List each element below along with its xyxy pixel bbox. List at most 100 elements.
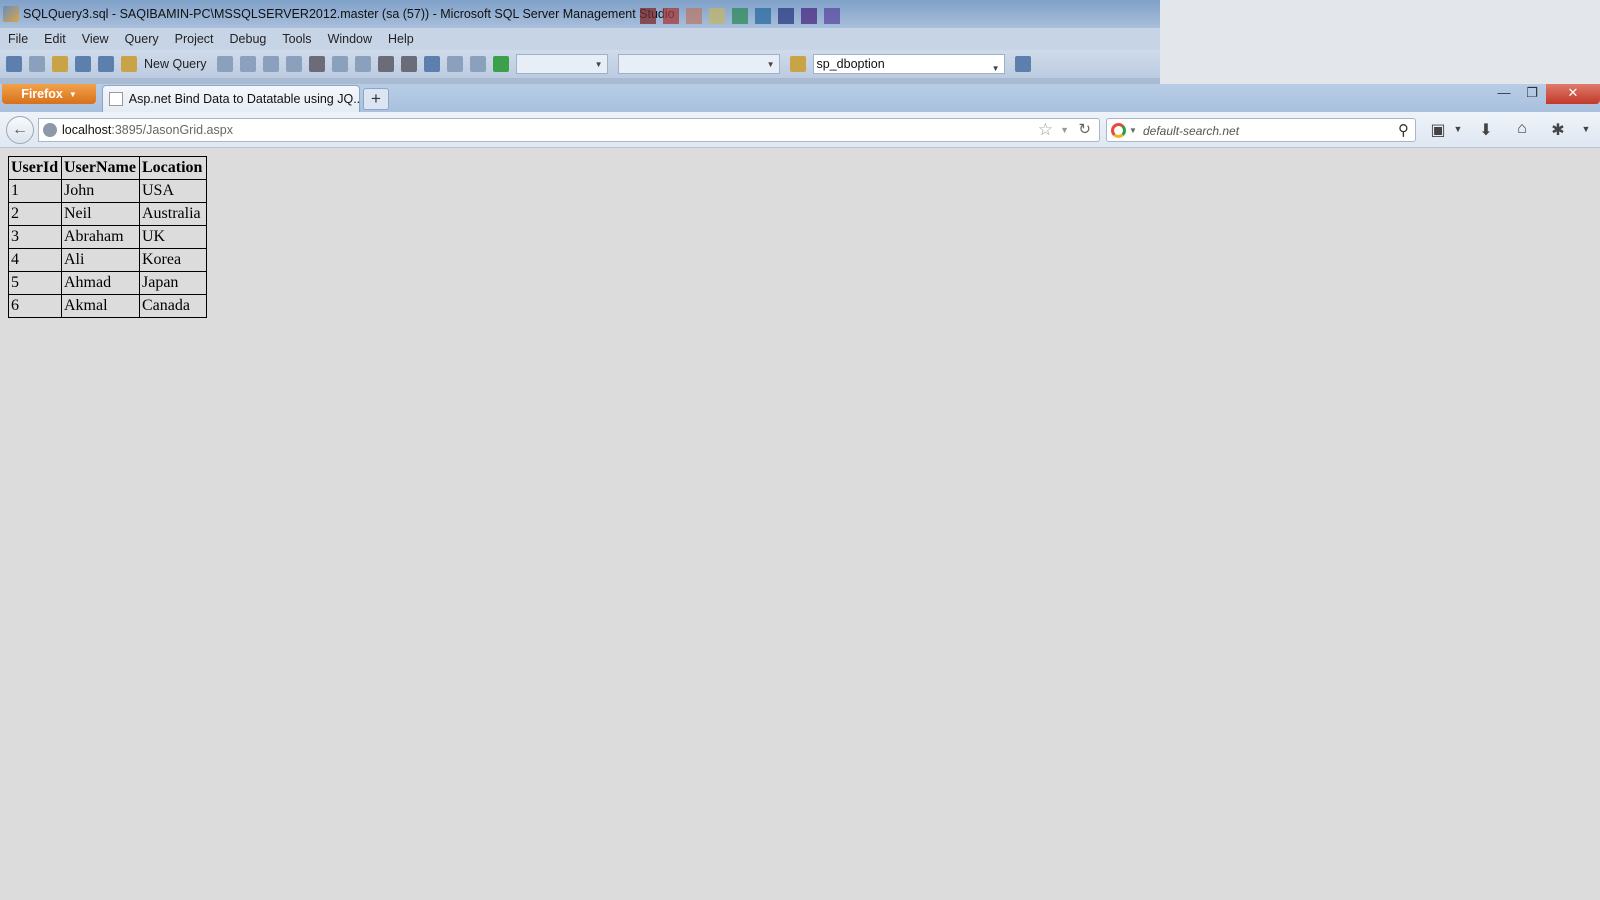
minimize-icon[interactable]: — [1490, 84, 1518, 104]
menu-tools[interactable]: Tools [282, 32, 311, 46]
bookmarks-dropdown-icon[interactable]: ▼ [1446, 124, 1470, 134]
activity-monitor-icon[interactable] [469, 56, 486, 72]
cell-username: Ali [61, 248, 140, 272]
tab-jasongrid[interactable]: Asp.net Bind Data to Datatable using JQ.… [102, 85, 360, 112]
firefox-window: Firefox ▼ Asp.net Bind Data to Datatable… [0, 84, 1600, 900]
navigate-forward-icon[interactable] [446, 56, 463, 72]
firefox-menu-button[interactable]: Firefox ▼ [2, 84, 96, 104]
ssms-window: SQLQuery3.sql - SAQIBAMIN-PC\MSSQLSERVER… [0, 0, 1160, 84]
url-text: localhost:3895/JasonGrid.aspx [62, 123, 233, 137]
database-engine-query-icon[interactable] [216, 56, 233, 72]
redo-icon[interactable] [400, 56, 417, 72]
url-path: :3895/JasonGrid.aspx [111, 123, 233, 137]
ssms-title-text: SQLQuery3.sql - SAQIBAMIN-PC\MSSQLSERVER… [23, 7, 675, 21]
firefox-menu-label: Firefox [21, 87, 63, 101]
menu-project[interactable]: Project [175, 32, 214, 46]
xmla-query-icon[interactable] [285, 56, 302, 72]
column-header-location: Location [139, 156, 207, 180]
ssms-title-bar: SQLQuery3.sql - SAQIBAMIN-PC\MSSQLSERVER… [0, 0, 1160, 28]
cell-location: USA [139, 179, 207, 203]
cell-location: Canada [139, 294, 207, 318]
mdx-query-icon[interactable] [262, 56, 279, 72]
quick-launch-ghost [1284, 91, 1484, 107]
users-grid: UserId UserName Location 1 John USA 2 Ne… [8, 156, 207, 318]
new-query-button[interactable]: New Query [144, 57, 207, 71]
window-controls: — ❐ ✕ [1490, 84, 1600, 104]
table-header-row: UserId UserName Location [8, 156, 207, 180]
menu-file[interactable]: File [8, 32, 28, 46]
solution-config-combo[interactable]: ▼ [515, 54, 608, 74]
menu-view[interactable]: View [82, 32, 109, 46]
search-engine-dropdown-icon[interactable]: ▼ [1129, 126, 1137, 135]
menu-edit[interactable]: Edit [44, 32, 66, 46]
ssms-toolbar: New Query ▼ ▼ sp_dboption ▼ [0, 50, 1160, 78]
new-tab-button[interactable]: + [363, 88, 389, 110]
database-combo[interactable]: sp_dboption ▼ [812, 54, 1005, 74]
search-icon[interactable]: ⚲ [1398, 121, 1409, 139]
cell-username: Ahmad [61, 271, 140, 295]
save-all-icon[interactable] [98, 56, 114, 72]
home-icon[interactable]: ⌂ [1510, 120, 1534, 138]
page-content: UserId UserName Location 1 John USA 2 Ne… [0, 148, 1600, 900]
chevron-down-icon: ▼ [68, 89, 77, 99]
cell-userid: 2 [8, 202, 62, 226]
site-identity-icon[interactable] [43, 123, 57, 137]
toolbar-overflow-icon[interactable]: ▼ [1574, 124, 1598, 134]
page-favicon-icon [109, 92, 123, 106]
tab-title: Asp.net Bind Data to Datatable using JQ.… [128, 92, 359, 106]
database-combo-value: sp_dboption [816, 57, 885, 71]
solution-platform-combo[interactable]: ▼ [617, 54, 780, 74]
menu-debug[interactable]: Debug [230, 32, 267, 46]
reload-icon[interactable]: ↻ [1078, 120, 1091, 138]
downloads-icon[interactable]: ⬇ [1474, 120, 1498, 140]
cell-userid: 1 [8, 179, 62, 203]
column-header-userid: UserId [8, 156, 62, 180]
search-bar[interactable]: ▼ default-search.net ⚲ [1106, 118, 1416, 142]
undo-icon[interactable] [377, 56, 394, 72]
taskbar-color-swatches [640, 8, 847, 24]
close-icon[interactable]: ✕ [1546, 84, 1600, 104]
analysis-query-icon[interactable] [239, 56, 256, 72]
cell-location: Australia [139, 202, 207, 226]
object-explorer-icon[interactable] [1014, 56, 1031, 72]
cut-icon[interactable] [308, 56, 325, 72]
cell-username: Neil [61, 202, 140, 226]
table-row: 5 Ahmad Japan [8, 271, 207, 295]
navigate-backward-icon[interactable] [423, 56, 440, 72]
open-file-icon[interactable] [52, 56, 68, 72]
ssms-app-icon [3, 6, 19, 22]
url-host: localhost [62, 123, 112, 137]
back-button[interactable]: ← [6, 116, 34, 144]
find-in-files-icon[interactable] [789, 56, 806, 72]
ssms-menu-bar: File Edit View Query Project Debug Tools… [0, 28, 1160, 50]
menu-query[interactable]: Query [125, 32, 159, 46]
back-arrow-icon: ← [12, 121, 28, 138]
cell-userid: 4 [8, 248, 62, 272]
paste-icon[interactable] [354, 56, 371, 72]
table-row: 4 Ali Korea [8, 248, 207, 272]
new-query-icon[interactable] [121, 56, 137, 72]
table-row: 6 Akmal Canada [8, 294, 207, 318]
firefox-tab-bar: Firefox ▼ Asp.net Bind Data to Datatable… [0, 84, 1600, 112]
table-row: 2 Neil Australia [8, 202, 207, 226]
column-header-username: UserName [61, 156, 140, 180]
search-engine-icon[interactable] [1111, 123, 1126, 138]
restore-icon[interactable]: ❐ [1518, 84, 1546, 104]
new-project-icon[interactable] [6, 56, 22, 72]
table-row: 1 John USA [8, 179, 207, 203]
save-icon[interactable] [75, 56, 91, 72]
menu-window[interactable]: Window [328, 32, 372, 46]
desktop-background [1160, 0, 1600, 84]
copy-icon[interactable] [331, 56, 348, 72]
execute-icon[interactable] [492, 56, 509, 72]
cell-userid: 6 [8, 294, 62, 318]
addon-icon[interactable]: ✱ [1546, 120, 1570, 140]
menu-help[interactable]: Help [388, 32, 414, 46]
url-bar[interactable]: localhost:3895/JasonGrid.aspx ☆ ▼ ↻ [38, 118, 1100, 142]
url-history-dropdown-icon[interactable]: ▼ [1060, 125, 1069, 135]
cell-username: Akmal [61, 294, 140, 318]
cell-username: Abraham [61, 225, 140, 249]
add-item-icon[interactable] [29, 56, 45, 72]
cell-location: Japan [139, 271, 207, 295]
bookmark-star-icon[interactable]: ☆ [1038, 120, 1053, 140]
